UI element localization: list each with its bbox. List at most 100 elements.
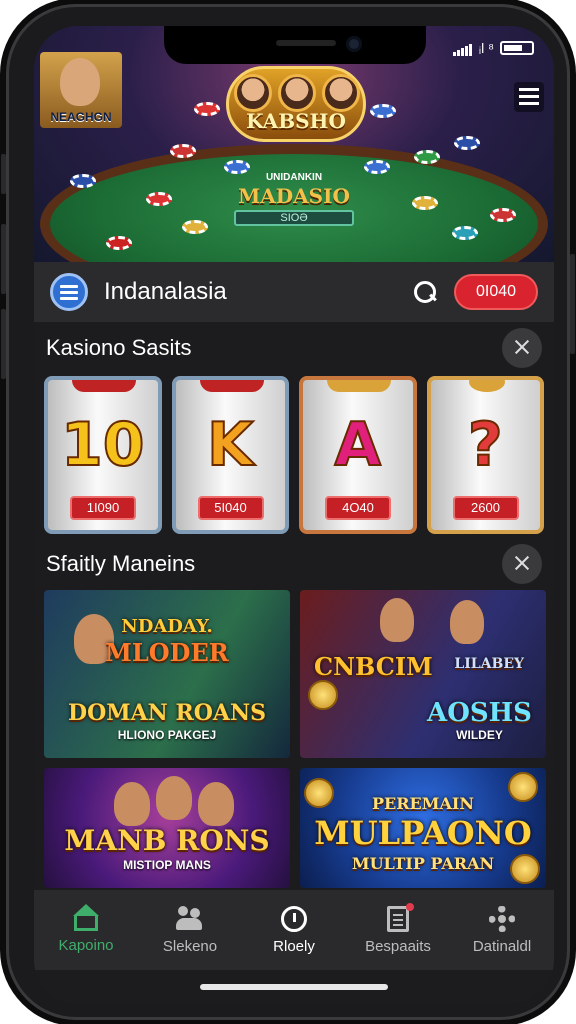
app-title: Indanalasia (104, 278, 227, 305)
nav-item-reports[interactable]: Bespaaits (346, 890, 450, 970)
slot-topbar (199, 380, 264, 392)
game-card[interactable]: CNBCIM LILABEY AOSHS WILDEY (300, 590, 546, 758)
slot-price-button[interactable]: 2600 (452, 496, 519, 520)
chip-icon (412, 196, 438, 210)
clock-icon (281, 905, 307, 932)
nav-item-settings[interactable]: Datinaldl (450, 890, 554, 970)
app-bar: Indanalasia 0I040 (34, 262, 554, 322)
slot-card[interactable]: K 5I040 (171, 376, 289, 534)
volume-down-button (1, 309, 6, 379)
game-title: DOMAN ROANS (68, 700, 266, 726)
game-card[interactable]: NDADAY. MLODER DOMAN ROANS HLIONO PAKGEJ (44, 590, 290, 758)
chip-icon (414, 150, 440, 164)
section-header-featured: Sfaitly Maneins (34, 540, 554, 588)
hero-subtitle: UNIDANKIN (265, 172, 323, 183)
game-subtitle: MULTIP PARAN (351, 854, 495, 873)
game-title: MANB RONS (64, 824, 270, 857)
nav-label: Datinaldl (472, 937, 532, 955)
chip-icon (182, 220, 208, 234)
nav-label: Kapoino (58, 936, 114, 954)
slot-price-button[interactable]: 1I090 (70, 496, 136, 520)
player-avatar-card[interactable]: NEAGHGN (40, 52, 122, 128)
face-icon (234, 74, 272, 112)
power-button (570, 254, 575, 354)
signal-icon (452, 40, 473, 56)
chip-icon (146, 192, 172, 206)
battery-icon (500, 41, 534, 55)
hamburger-menu-icon[interactable] (514, 82, 544, 112)
notification-dot (406, 902, 414, 911)
slot-price-button[interactable]: 5I040 (197, 496, 264, 520)
game-title-mid: MLODER (105, 638, 229, 667)
game-card[interactable]: PEREMAIN MULPAONO MULTIP PARAN (300, 768, 546, 888)
document-icon (387, 902, 414, 932)
close-icon[interactable] (502, 544, 542, 584)
nav-label: Bespaaits (365, 937, 431, 955)
notch (164, 26, 426, 64)
screen: ᵢl ⁸ NEAGHGN KABSHO UNIDANKIN MADASIO SI… (34, 26, 554, 1004)
speaker-grille (276, 40, 336, 46)
nav-item-home[interactable]: Kapoino (34, 890, 138, 970)
slot-symbol: A (334, 409, 382, 481)
section-header-casino: Kasiono Sasits (34, 324, 554, 372)
player-figure (198, 782, 234, 826)
player-figure (380, 598, 414, 642)
face-icon (322, 74, 360, 112)
front-camera (346, 36, 362, 52)
slot-price-button[interactable]: 4O40 (325, 496, 391, 520)
chip-icon (454, 136, 480, 150)
section-title: Sfaitly Maneins (46, 551, 196, 576)
mute-switch (1, 154, 6, 194)
nav-label: Slekeno (162, 937, 218, 955)
face-icon (278, 74, 316, 112)
slot-list: 10 1I090 K 5I040 A 4O40 ? 2600 (44, 376, 544, 534)
nav-item-recent[interactable]: Rloely (242, 890, 346, 970)
hero-title: MADASIO (238, 184, 350, 208)
slot-symbol: ? (467, 409, 504, 481)
player-name: NEAGHGN (50, 110, 112, 124)
status-bar: ᵢl ⁸ (452, 40, 534, 56)
hero-plate: SIOƏ (234, 210, 354, 226)
player-figure (156, 776, 192, 820)
nav-label: Rloely (273, 937, 315, 955)
player-figure (450, 600, 484, 644)
volume-up-button (1, 224, 6, 294)
gear-icon (489, 905, 515, 932)
casino-logo-text: KABSHO (246, 109, 346, 133)
search-icon[interactable] (412, 279, 438, 305)
bottom-nav: Kapoino Slekeno Rloely Bespaaits Datinal… (34, 890, 554, 970)
chip-icon (70, 174, 96, 188)
slot-topbar (72, 380, 136, 392)
chip-icon (370, 104, 396, 118)
slot-symbol: 10 (60, 409, 145, 481)
slot-topbar (468, 380, 505, 392)
slot-card[interactable]: A 4O40 (299, 376, 417, 534)
app-logo-icon[interactable] (50, 273, 88, 311)
game-title-top: NDADAY. (121, 616, 213, 637)
game-subtitle: WILDEY (456, 728, 503, 742)
nav-item-users[interactable]: Slekeno (138, 890, 242, 970)
home-indicator[interactable] (200, 984, 388, 990)
coin-icon (308, 680, 338, 710)
game-title-mid: LILABEY (454, 656, 524, 672)
network-label: ᵢl ⁸ (478, 40, 494, 56)
game-title: MULPAONO (314, 814, 532, 852)
slot-card[interactable]: ? 2600 (426, 376, 544, 534)
phone-frame: ᵢl ⁸ NEAGHGN KABSHO UNIDANKIN MADASIO SI… (1, 4, 575, 1020)
chip-icon (106, 236, 132, 250)
balance-button[interactable]: 0I040 (454, 274, 538, 310)
game-subtitle: MISTIOP MANS (123, 858, 211, 872)
player-figure (114, 782, 150, 826)
game-title-top: PEREMAIN (372, 794, 474, 813)
users-icon (176, 905, 204, 932)
player-face (60, 58, 100, 106)
chip-icon (490, 208, 516, 222)
close-icon[interactable] (502, 328, 542, 368)
slot-topbar (327, 380, 391, 392)
slot-card[interactable]: 10 1I090 (44, 376, 162, 534)
chip-icon (170, 144, 196, 158)
game-card[interactable]: MANB RONS MISTIOP MANS (44, 768, 290, 888)
logo-faces (234, 74, 360, 112)
section-title: Kasiono Sasits (46, 335, 192, 360)
chip-icon (194, 102, 220, 116)
